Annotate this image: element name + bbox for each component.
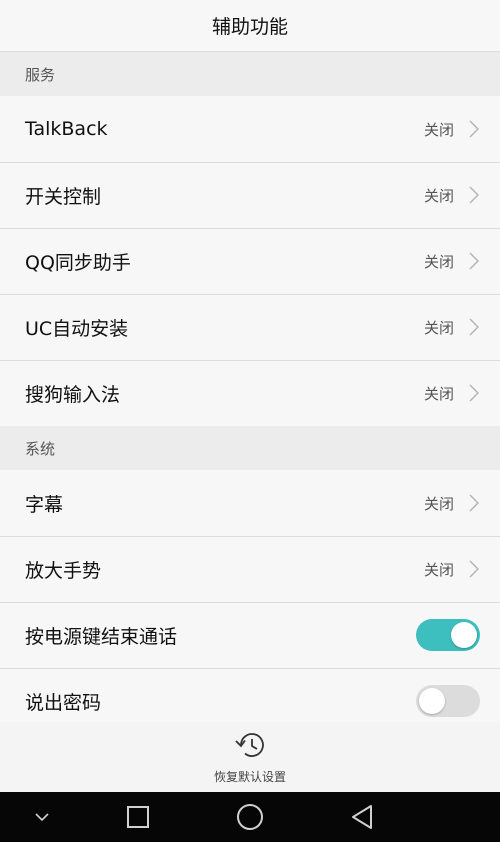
chevron-right-icon <box>468 493 480 513</box>
list-item-uc-auto-install[interactable]: UC自动安装 关闭 <box>0 294 500 360</box>
chevron-right-icon <box>468 383 480 403</box>
system-navigation-bar <box>0 792 500 842</box>
item-label: 开关控制 <box>25 185 102 208</box>
item-label: 搜狗输入法 <box>25 383 121 406</box>
restore-defaults-label: 恢复默认设置 <box>213 769 286 784</box>
triangle-left-icon[interactable] <box>340 792 384 842</box>
item-label: 说出密码 <box>25 691 102 714</box>
circle-icon[interactable] <box>228 792 272 842</box>
section-header-system: 系统 <box>0 426 500 470</box>
list-item-qq-sync[interactable]: QQ同步助手 关闭 <box>0 228 500 294</box>
item-status: 关闭 <box>423 318 454 337</box>
chevron-right-icon <box>468 119 480 139</box>
item-label: 按电源键结束通话 <box>25 625 178 648</box>
item-status: 关闭 <box>423 384 454 403</box>
list-item-captions[interactable]: 字幕 关闭 <box>0 470 500 536</box>
chevron-right-icon <box>468 559 480 579</box>
list-item-talkback[interactable]: TalkBack 关闭 <box>0 96 500 162</box>
item-status: 关闭 <box>423 186 454 205</box>
list-item-power-ends-call: 按电源键结束通话 <box>0 602 500 668</box>
toggle-knob <box>419 688 445 714</box>
speak-passwords-toggle[interactable] <box>416 685 480 717</box>
page-title: 辅助功能 <box>0 0 500 52</box>
toggle-knob <box>451 622 477 648</box>
item-label: QQ同步助手 <box>25 251 131 274</box>
section-header-services: 服务 <box>0 52 500 96</box>
square-icon[interactable] <box>116 792 160 842</box>
list-item-magnification[interactable]: 放大手势 关闭 <box>0 536 500 602</box>
item-status: 关闭 <box>423 494 454 513</box>
chevron-down-icon[interactable] <box>20 792 64 842</box>
item-label: TalkBack <box>25 118 108 140</box>
chevron-right-icon <box>468 251 480 271</box>
restore-defaults-button[interactable]: 恢复默认设置 <box>0 722 500 792</box>
item-label: 放大手势 <box>25 559 102 582</box>
list-item-switch-access[interactable]: 开关控制 关闭 <box>0 162 500 228</box>
history-icon <box>233 730 267 764</box>
power-ends-call-toggle[interactable] <box>416 619 480 651</box>
item-label: UC自动安装 <box>25 317 129 340</box>
system-list: 字幕 关闭 放大手势 关闭 按电源键结束通话 说出密码 <box>0 470 500 734</box>
list-item-sogou-input[interactable]: 搜狗输入法 关闭 <box>0 360 500 426</box>
item-status: 关闭 <box>423 560 454 579</box>
item-label: 字幕 <box>25 493 64 516</box>
chevron-right-icon <box>468 317 480 337</box>
chevron-right-icon <box>468 185 480 205</box>
item-status: 关闭 <box>423 252 454 271</box>
services-list: TalkBack 关闭 开关控制 关闭 QQ同步助手 关闭 UC自动安装 关闭 … <box>0 96 500 426</box>
item-status: 关闭 <box>423 120 454 139</box>
